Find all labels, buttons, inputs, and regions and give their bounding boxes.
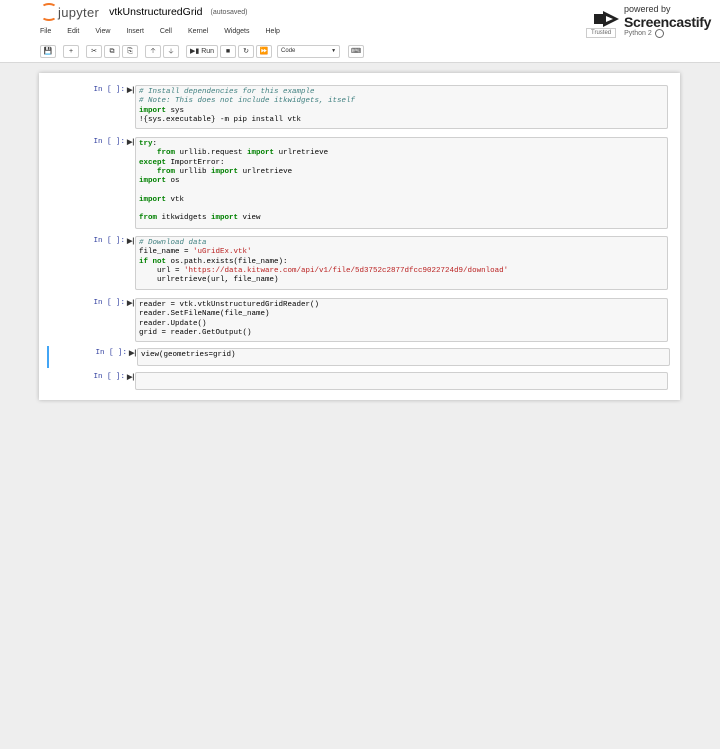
kernel-name: Python 2 bbox=[624, 29, 652, 37]
code-cell-selected[interactable]: In [ ]: ▶| view(geometries=grid) bbox=[47, 346, 673, 368]
add-cell-icon[interactable]: + bbox=[63, 45, 79, 58]
code-cell[interactable]: In [ ]: ▶| bbox=[47, 370, 673, 392]
input-prompt: In [ ]: bbox=[93, 86, 125, 94]
code-editor[interactable]: view(geometries=grid) bbox=[137, 348, 670, 366]
screencastify-logo-icon bbox=[594, 11, 619, 27]
menu-edit[interactable]: Edit bbox=[67, 28, 79, 40]
cell-type-value: Code bbox=[281, 48, 296, 54]
run-cell-icon[interactable]: ▶| bbox=[127, 373, 134, 381]
run-label: Run bbox=[201, 48, 215, 55]
code-line: # Install dependencies for this example bbox=[139, 88, 315, 96]
code-cell[interactable]: In [ ]: ▶| try: from urllib.request impo… bbox=[47, 135, 673, 231]
notebook-container: In [ ]: ▶| # Install dependencies for th… bbox=[39, 73, 680, 400]
copy-icon[interactable]: ⧉ bbox=[104, 45, 120, 58]
keyboard-icon[interactable]: ⌨ bbox=[348, 45, 365, 58]
chevron-down-icon: ▼ bbox=[331, 48, 337, 54]
input-prompt: In [ ]: bbox=[93, 299, 125, 307]
run-button[interactable]: ▶▮ Run bbox=[186, 45, 219, 58]
run-cell-icon[interactable]: ▶| bbox=[127, 237, 134, 245]
code-editor[interactable]: reader = vtk.vtkUnstructuredGridReader()… bbox=[135, 298, 668, 342]
move-down-icon[interactable]: 🡣 bbox=[163, 45, 179, 58]
cell-type-select[interactable]: Code ▼ bbox=[277, 45, 341, 58]
code-line: reader.Update() bbox=[139, 319, 207, 328]
code-line: reader.SetFileName(file_name) bbox=[139, 310, 270, 319]
code-editor[interactable]: # Download data file_name = 'uGridEx.vtk… bbox=[135, 236, 668, 290]
code-editor[interactable]: try: from urllib.request import urlretri… bbox=[135, 137, 668, 229]
notebook-header: jupyter vtkUnstructuredGrid (autosaved) … bbox=[0, 0, 720, 63]
run-cell-icon[interactable]: ▶| bbox=[127, 86, 134, 94]
toolbar: 💾 + ✂ ⧉ ⎘ 🡡 🡣 ▶▮ Run ■ ↻ ⏩ Code ▼ ⌨ bbox=[40, 45, 366, 58]
code-editor[interactable] bbox=[135, 372, 668, 390]
notebook-title[interactable]: vtkUnstructuredGrid bbox=[109, 6, 202, 18]
jupyter-brand[interactable]: jupyter bbox=[58, 5, 99, 20]
input-prompt: In [ ]: bbox=[93, 237, 125, 245]
menu-view[interactable]: View bbox=[95, 28, 110, 40]
menu-cell[interactable]: Cell bbox=[160, 28, 172, 40]
autosave-status: (autosaved) bbox=[210, 8, 248, 16]
screencastify-powered-by: powered by bbox=[624, 4, 671, 14]
code-line: # Note: This does not include itkwidgets… bbox=[139, 97, 356, 106]
stop-icon[interactable]: ■ bbox=[220, 45, 237, 58]
menu-bar: File Edit View Insert Cell Kernel Widget… bbox=[40, 28, 296, 40]
code-line: reader = vtk.vtkUnstructuredGridReader() bbox=[139, 301, 320, 309]
input-prompt: In [ ]: bbox=[95, 349, 127, 357]
input-prompt: In [ ]: bbox=[93, 138, 125, 146]
fast-forward-icon[interactable]: ⏩ bbox=[256, 45, 273, 58]
menu-help[interactable]: Help bbox=[266, 28, 280, 40]
trusted-indicator[interactable]: Trusted bbox=[586, 28, 617, 38]
code-cell[interactable]: In [ ]: ▶| # Download data file_name = '… bbox=[47, 234, 673, 292]
run-icon: ▶▮ bbox=[190, 48, 200, 55]
code-line: view(geometries=grid) bbox=[141, 351, 236, 359]
input-prompt: In [ ]: bbox=[93, 373, 125, 381]
code-cell[interactable]: In [ ]: ▶| # Install dependencies for th… bbox=[47, 83, 673, 131]
paste-icon[interactable]: ⎘ bbox=[122, 45, 138, 58]
jupyter-logo-icon[interactable] bbox=[40, 3, 57, 21]
menu-insert[interactable]: Insert bbox=[126, 28, 144, 40]
cut-icon[interactable]: ✂ bbox=[86, 45, 102, 58]
run-cell-icon[interactable]: ▶| bbox=[129, 349, 136, 357]
menu-kernel[interactable]: Kernel bbox=[188, 28, 208, 40]
code-cell[interactable]: In [ ]: ▶| reader = vtk.vtkUnstructuredG… bbox=[47, 296, 673, 344]
kernel-area: Trusted Python 2 bbox=[586, 28, 664, 38]
code-line: grid = reader.GetOutput() bbox=[139, 328, 252, 337]
menu-file[interactable]: File bbox=[40, 28, 51, 40]
move-up-icon[interactable]: 🡡 bbox=[145, 45, 161, 58]
kernel-idle-icon bbox=[654, 28, 664, 38]
code-editor[interactable]: # Install dependencies for this example … bbox=[135, 85, 668, 129]
code-line: # Download data bbox=[139, 239, 207, 247]
logo-row: jupyter vtkUnstructuredGrid (autosaved) bbox=[40, 2, 247, 22]
run-cell-icon[interactable]: ▶| bbox=[127, 299, 134, 307]
restart-icon[interactable]: ↻ bbox=[238, 45, 255, 58]
run-cell-icon[interactable]: ▶| bbox=[127, 138, 134, 146]
menu-widgets[interactable]: Widgets bbox=[224, 28, 249, 40]
save-icon[interactable]: 💾 bbox=[40, 45, 56, 58]
